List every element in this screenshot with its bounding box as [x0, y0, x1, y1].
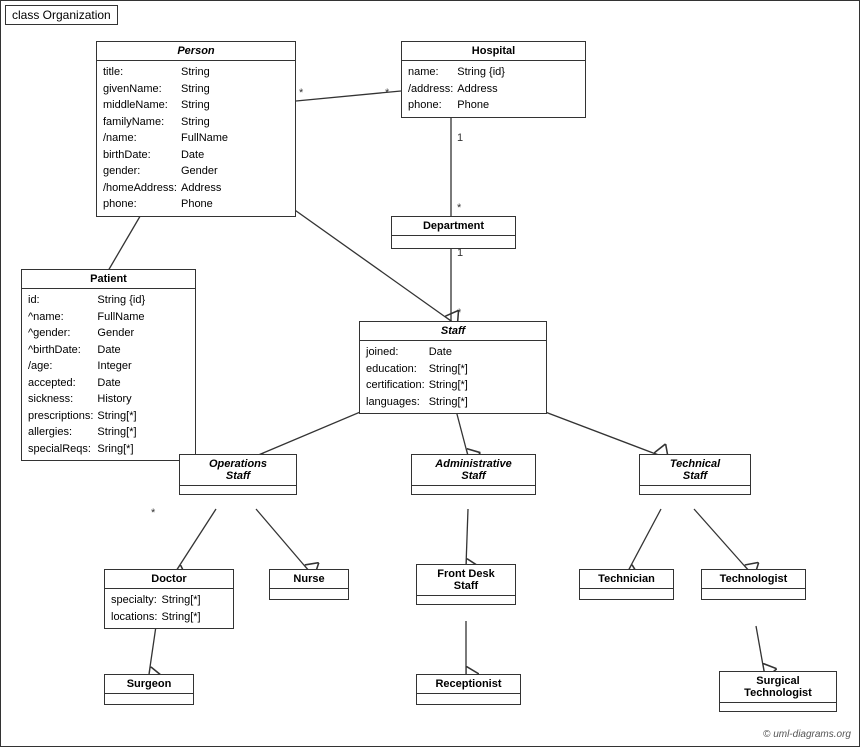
class-technician: Technician: [579, 569, 674, 600]
class-nurse-body: [270, 589, 348, 599]
class-surgical-technologist-title: Surgical Technologist: [720, 672, 836, 703]
class-front-desk-staff-body: [417, 596, 515, 604]
class-staff-body: joined:Date education:String[*] certific…: [360, 341, 546, 413]
class-patient-body: id:String {id} ^name:FullName ^gender:Ge…: [22, 289, 195, 460]
class-doctor-title: Doctor: [105, 570, 233, 589]
class-technical-staff: Technical Staff: [639, 454, 751, 495]
svg-text:*: *: [457, 307, 462, 319]
class-hospital-body: name:String {id} /address:Address phone:…: [402, 61, 585, 117]
class-technical-staff-title: Technical Staff: [640, 455, 750, 486]
class-doctor-body: specialty:String[*] locations:String[*]: [105, 589, 233, 628]
class-hospital: Hospital name:String {id} /address:Addre…: [401, 41, 586, 118]
class-department-body: [392, 236, 515, 248]
class-nurse: Nurse: [269, 569, 349, 600]
diagram-title: class Organization: [5, 5, 118, 25]
class-person-body: title:String givenName:String middleName…: [97, 61, 295, 216]
svg-text:1: 1: [457, 132, 463, 144]
class-technologist-body: [702, 589, 805, 599]
class-surgeon-title: Surgeon: [105, 675, 193, 694]
class-department: Department: [391, 216, 516, 249]
class-front-desk-staff: Front Desk Staff: [416, 564, 516, 605]
class-administrative-staff: Administrative Staff: [411, 454, 536, 495]
class-operations-staff-title: Operations Staff: [180, 455, 296, 486]
class-surgical-technologist: Surgical Technologist: [719, 671, 837, 712]
svg-text:*: *: [151, 507, 156, 519]
class-staff: Staff joined:Date education:String[*] ce…: [359, 321, 547, 414]
svg-text:*: *: [299, 87, 304, 99]
class-doctor: Doctor specialty:String[*] locations:Str…: [104, 569, 234, 629]
class-staff-title: Staff: [360, 322, 546, 341]
copyright-text: © uml-diagrams.org: [763, 729, 851, 740]
class-hospital-title: Hospital: [402, 42, 585, 61]
class-patient: Patient id:String {id} ^name:FullName ^g…: [21, 269, 196, 461]
class-administrative-staff-body: [412, 486, 535, 494]
class-technician-body: [580, 589, 673, 599]
class-nurse-title: Nurse: [270, 570, 348, 589]
class-administrative-staff-title: Administrative Staff: [412, 455, 535, 486]
class-receptionist: Receptionist: [416, 674, 521, 705]
class-receptionist-body: [417, 694, 520, 704]
class-surgical-technologist-body: [720, 703, 836, 711]
svg-text:*: *: [385, 87, 390, 99]
class-patient-title: Patient: [22, 270, 195, 289]
class-surgeon: Surgeon: [104, 674, 194, 705]
class-technologist-title: Technologist: [702, 570, 805, 589]
class-operations-staff-body: [180, 486, 296, 494]
class-technologist: Technologist: [701, 569, 806, 600]
class-receptionist-title: Receptionist: [417, 675, 520, 694]
class-front-desk-staff-title: Front Desk Staff: [417, 565, 515, 596]
class-department-title: Department: [392, 217, 515, 236]
class-person-title: Person: [97, 42, 295, 61]
class-person: Person title:String givenName:String mid…: [96, 41, 296, 217]
class-surgeon-body: [105, 694, 193, 704]
diagram-container: class Organization: [0, 0, 860, 747]
class-technical-staff-body: [640, 486, 750, 494]
class-technician-title: Technician: [580, 570, 673, 589]
svg-text:*: *: [457, 202, 462, 214]
class-operations-staff: Operations Staff: [179, 454, 297, 495]
